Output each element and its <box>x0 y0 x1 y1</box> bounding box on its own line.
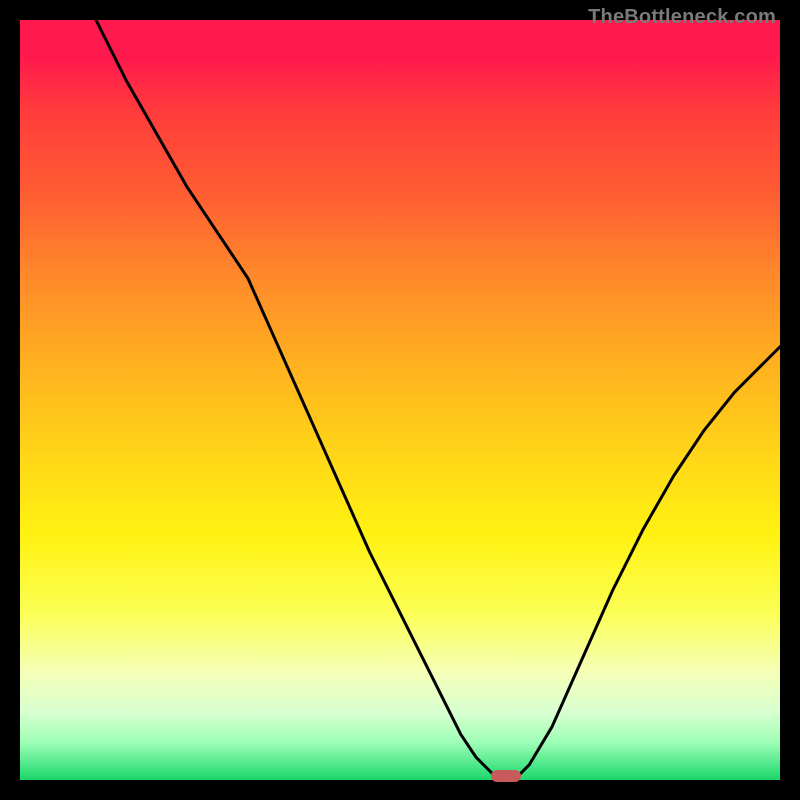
bottleneck-curve <box>20 20 780 780</box>
chart-frame: TheBottleneck.com <box>0 0 800 800</box>
watermark-text: TheBottleneck.com <box>588 6 776 29</box>
plot-area <box>20 20 780 780</box>
bottleneck-marker <box>491 770 521 782</box>
